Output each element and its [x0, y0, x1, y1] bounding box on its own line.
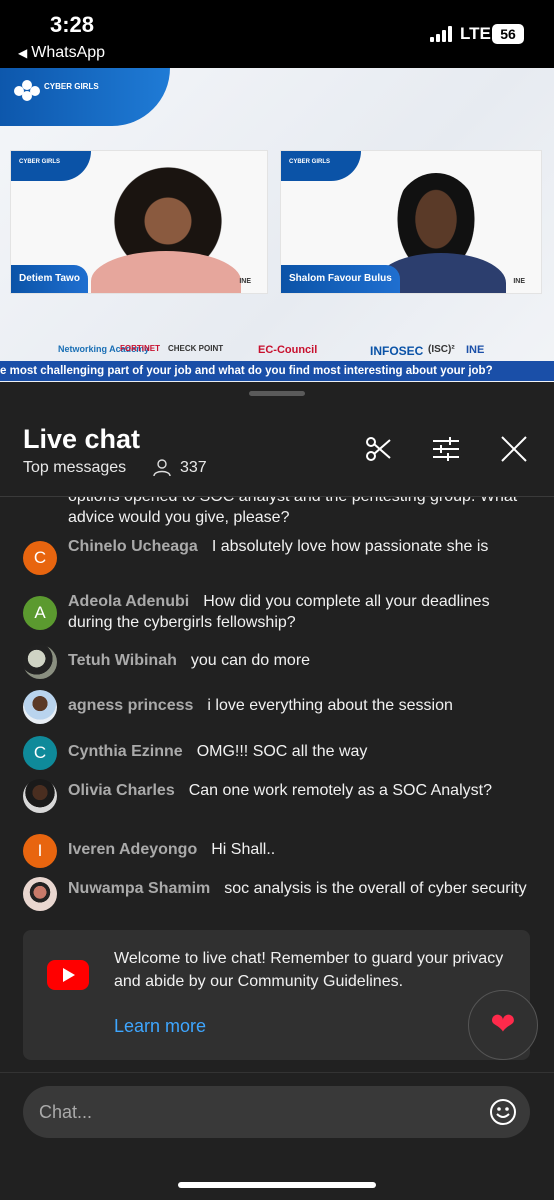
input-divider	[0, 1072, 554, 1073]
close-icon	[501, 436, 527, 462]
battery-icon: 56	[492, 24, 524, 44]
back-to-app-button[interactable]: ◀ WhatsApp	[18, 44, 105, 62]
message-text: i love everything about the session	[207, 697, 453, 714]
message-author[interactable]: Iveren Adeyongo	[68, 841, 197, 858]
sponsor-strip: Networking Academy FORTINET CHECK POINT …	[0, 342, 554, 362]
signal-icon	[430, 26, 454, 42]
brand-logo-text: CYBER GIRLS	[44, 82, 99, 91]
message-text: I absolutely love how passionate she is	[211, 538, 489, 555]
welcome-card: Welcome to live chat! Remember to guard …	[23, 930, 530, 1060]
speaker-panel-right: CYBER GIRLS INE Shalom Favour Bulus	[280, 150, 542, 294]
sliders-icon	[433, 437, 459, 461]
message-author[interactable]: agness princess	[68, 697, 193, 714]
message-author[interactable]: Cynthia Ezinne	[68, 743, 183, 760]
youtube-logo-icon	[47, 960, 89, 990]
message-author[interactable]: Adeola Adenubi	[68, 593, 189, 610]
speaker-panel-left: CYBER GIRLS INE Detiem Tawo	[10, 150, 268, 294]
learn-more-link[interactable]: Learn more	[114, 1016, 206, 1037]
message-author[interactable]: Olivia Charles	[68, 782, 175, 799]
viewers-icon	[153, 459, 171, 477]
heart-icon: ❤	[490, 1008, 516, 1041]
sponsor-logo: EC-Council	[258, 344, 318, 356]
scissors-icon	[366, 437, 391, 461]
panel-logo: CYBER GIRLS	[11, 151, 91, 181]
live-chat-panel: Live chat Top messages 337 op	[0, 382, 554, 1200]
chat-messages-list[interactable]: options opened to SOC analyst and the pe…	[0, 497, 554, 925]
back-app-label: WhatsApp	[31, 44, 106, 61]
settings-sliders-button[interactable]	[431, 434, 461, 464]
message-author[interactable]: Chinelo Ucheaga	[68, 538, 198, 555]
panel-logo: CYBER GIRLS	[281, 151, 361, 181]
message-text: OMG!!! SOC all the way	[196, 743, 368, 760]
question-ticker: e most challenging part of your job and …	[0, 361, 554, 381]
sponsor-logo: FORTINET	[120, 344, 160, 353]
message-author[interactable]: Tetuh Wibinah	[68, 652, 177, 669]
speaker-nametag: Shalom Favour Bulus	[281, 265, 400, 293]
chat-title: Live chat	[23, 424, 141, 454]
ine-watermark: INE	[239, 278, 251, 285]
home-indicator[interactable]	[178, 1182, 376, 1188]
speaker-nametag: Detiem Tawo	[11, 265, 88, 293]
avatar[interactable]: I	[23, 834, 57, 868]
avatar[interactable]	[23, 877, 57, 911]
sponsor-logo: INE	[466, 344, 485, 356]
heart-reaction-button[interactable]: ❤	[468, 990, 538, 1060]
sponsor-logo: CHECK POINT	[168, 344, 224, 353]
message-author[interactable]: Nuwampa Shamim	[68, 880, 210, 897]
message-text: soc analysis is the overall of cyber sec…	[224, 880, 527, 897]
back-arrow-icon: ◀	[18, 46, 28, 60]
message-text: Hi Shall..	[211, 841, 276, 858]
chat-mode-dropdown[interactable]: Top messages	[23, 459, 126, 477]
chat-input-container	[23, 1086, 530, 1138]
avatar[interactable]	[23, 690, 57, 724]
drag-handle[interactable]	[249, 391, 305, 396]
viewer-count: 337	[180, 459, 207, 476]
close-chat-button[interactable]	[499, 434, 529, 464]
cybergirls-logo-icon	[14, 80, 42, 102]
ine-watermark: INE	[513, 278, 525, 285]
emoji-icon[interactable]	[489, 1098, 517, 1126]
avatar[interactable]: C	[23, 541, 57, 575]
avatar[interactable]	[23, 645, 57, 679]
network-type: LTE	[460, 24, 491, 43]
avatar[interactable]: A	[23, 596, 57, 630]
status-time: 3:28	[50, 12, 95, 37]
sponsor-logo: (ISC)²	[428, 344, 455, 355]
avatar[interactable]: C	[23, 736, 57, 770]
message-text: options opened to SOC analyst and the pe…	[68, 497, 517, 526]
welcome-text: Welcome to live chat! Remember to guard …	[114, 950, 504, 990]
video-player[interactable]: CYBER GIRLS CYBER GIRLS INE Detiem Tawo …	[0, 68, 554, 382]
sponsor-logo: INFOSEC	[370, 344, 424, 358]
message-text: Can one work remotely as a SOC Analyst?	[188, 782, 492, 799]
status-bar: 3:28 ◀ WhatsApp LTE 56	[0, 0, 554, 68]
avatar[interactable]	[23, 779, 57, 813]
clip-scissors-button[interactable]	[363, 434, 393, 464]
chat-input[interactable]	[39, 1086, 479, 1138]
message-text: you can do more	[190, 652, 311, 669]
